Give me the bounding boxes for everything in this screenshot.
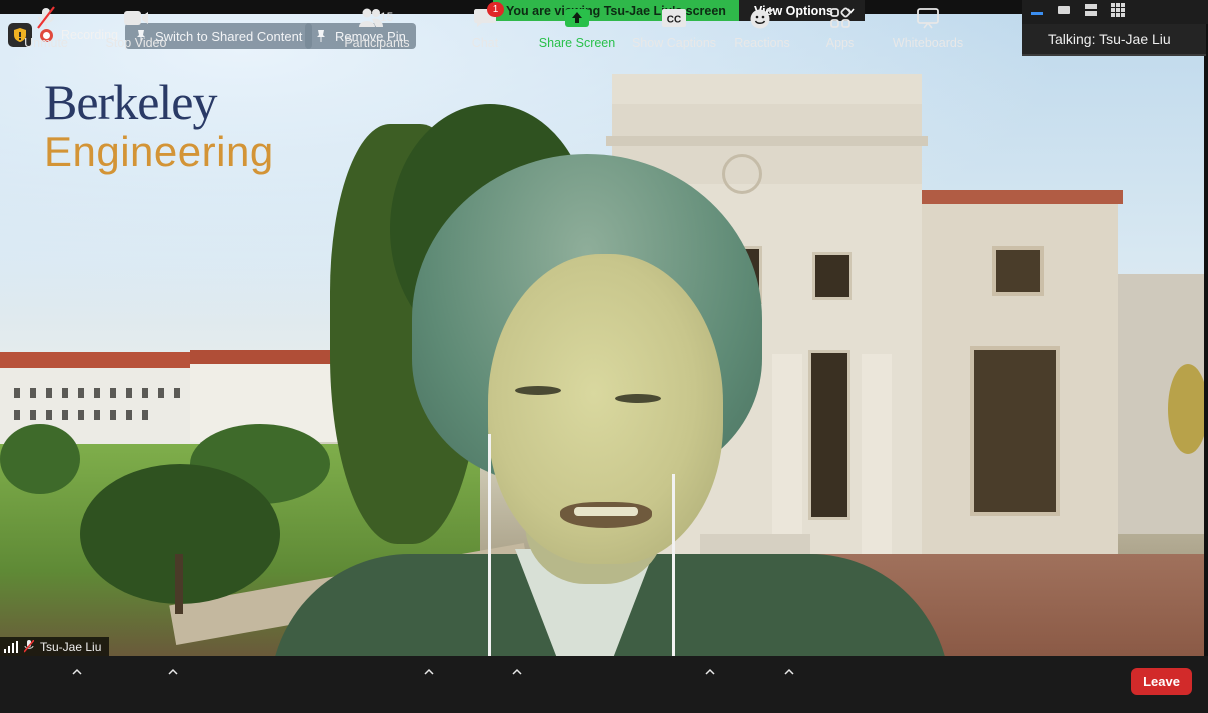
show-captions-button[interactable]: CC Show Captions [632, 6, 716, 52]
chat-badge: 1 [487, 2, 504, 17]
share-screen-label: Share Screen [538, 36, 616, 50]
stop-video-button[interactable]: Stop Video [104, 6, 168, 52]
switch-shared-label: Switch to Shared Content [155, 28, 303, 44]
apps-button[interactable]: Apps [824, 6, 856, 52]
participant-name-tag: Tsu-Jae Liu [0, 637, 110, 656]
tree-left [0, 424, 80, 494]
muted-mic-icon [24, 640, 34, 653]
oak-trunk [175, 554, 183, 614]
apps-label: Apps [825, 36, 855, 50]
grid-view-button[interactable] [1111, 2, 1125, 22]
speaker-view-icon [1058, 5, 1070, 14]
minimize-icon [1031, 11, 1043, 15]
chat-button[interactable]: 1 Chat [470, 2, 504, 52]
video-camera-icon [124, 11, 148, 25]
unmute-label: Unmute [24, 36, 68, 50]
reactions-icon [750, 7, 773, 29]
speaker-view-button[interactable] [1057, 3, 1071, 22]
minimize-view-button[interactable] [1030, 3, 1044, 22]
right-edge [1204, 14, 1208, 656]
whiteboards-label: Whiteboards [892, 36, 964, 50]
participants-label: Participants [344, 36, 410, 50]
gallery-view-button[interactable] [1084, 3, 1098, 22]
participants-count: 15 [380, 10, 394, 24]
meeting-toolbar [0, 656, 1208, 713]
signal-icon [4, 640, 18, 653]
share-screen-icon [565, 9, 589, 27]
audio-options-chevron-icon[interactable] [72, 668, 82, 676]
video-stage: Berkeley Engineering [0, 14, 1204, 656]
captions-icon-text: CC [667, 15, 681, 26]
grid-view-icon [1111, 2, 1125, 17]
reactions-label: Reactions [734, 36, 790, 50]
reactions-button[interactable]: Reactions [733, 6, 791, 52]
participants-button[interactable]: 15 Participants [343, 6, 411, 52]
tree-right [1168, 364, 1204, 454]
stop-video-label: Stop Video [105, 36, 167, 50]
participant-video [270, 154, 950, 656]
leave-button[interactable]: Leave [1131, 668, 1192, 695]
chat-label: Chat [471, 36, 499, 50]
earbud-wire-right [672, 474, 675, 656]
captions-options-chevron-icon[interactable] [705, 668, 715, 676]
whiteboards-button[interactable]: Whiteboards [890, 6, 966, 52]
earbud-wire-left [488, 434, 491, 656]
reactions-options-chevron-icon[interactable] [784, 668, 794, 676]
pin-icon [317, 30, 325, 42]
participants-options-chevron-icon[interactable] [424, 668, 434, 676]
gallery-view-icon [1085, 3, 1097, 16]
show-captions-label: Show Captions [631, 36, 717, 50]
whiteboard-icon [917, 8, 939, 29]
talking-indicator: Talking: Tsu-Jae Liu [1022, 24, 1206, 56]
right-eye [615, 394, 661, 403]
muted-mic-icon [37, 6, 55, 29]
mouth [560, 502, 652, 528]
captions-icon: CC [662, 9, 686, 27]
zoom-meeting-window: Berkeley Engineering Recording Switch to… [0, 0, 1208, 713]
apps-icon [830, 7, 851, 28]
chat-options-chevron-icon[interactable] [512, 668, 522, 676]
view-switcher [1022, 0, 1208, 24]
video-options-chevron-icon[interactable] [168, 668, 178, 676]
participant-name: Tsu-Jae Liu [40, 639, 102, 654]
logo-berkeley: Berkeley [44, 74, 217, 130]
share-screen-button[interactable]: Share Screen [538, 6, 616, 52]
logo-engineering: Engineering [44, 128, 274, 175]
unmute-button[interactable]: Unmute [22, 6, 70, 52]
left-eye [515, 386, 561, 395]
berkeley-engineering-logo: Berkeley Engineering [44, 74, 274, 174]
